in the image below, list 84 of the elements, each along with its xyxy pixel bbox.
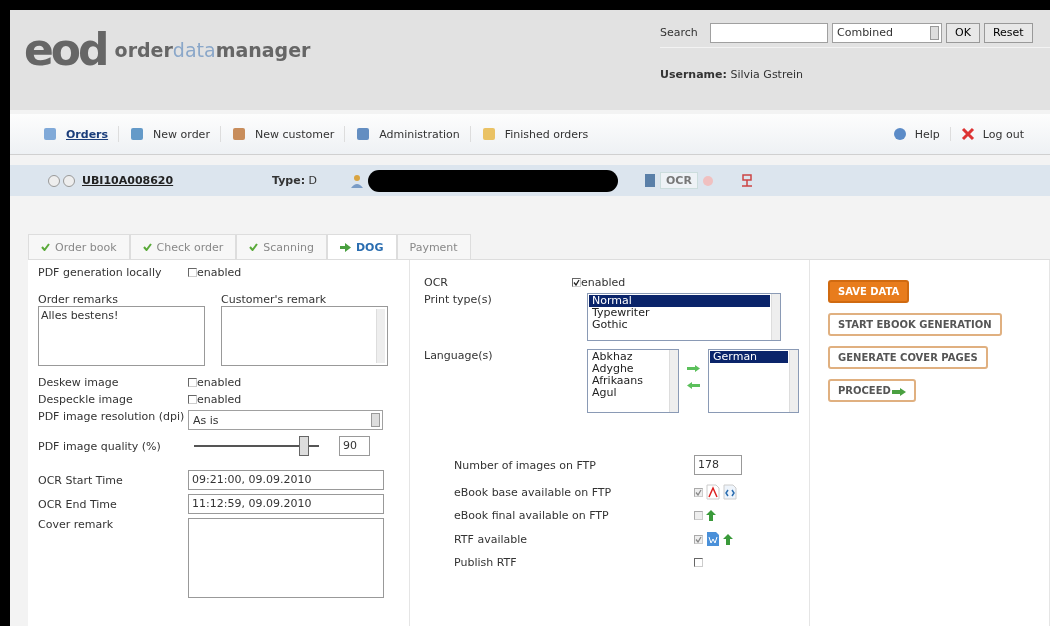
checkbox[interactable] [572,278,581,287]
book-icon [644,173,656,188]
field-label: Order remarks [38,293,119,306]
action-button[interactable]: PROCEED [828,379,916,402]
field-label: Cover remark [38,518,115,531]
list-option[interactable]: Afrikaans [589,375,669,387]
field-label: Publish RTF [454,556,518,569]
nav-link[interactable]: New customer [220,126,346,142]
resolution-select[interactable]: As is [188,410,383,430]
ocr-end-field[interactable]: 11:12:59, 09.09.2010 [188,494,384,514]
check-icon [41,243,50,251]
up-arrow-icon [723,533,733,545]
search-mode-select[interactable]: Combined [832,22,942,43]
nav-link[interactable]: Finished orders [470,126,599,142]
field-label: eBook base available on FTP [454,485,613,499]
field-label: Number of images on FTP [454,458,597,472]
order-remarks-field[interactable]: Alles bestens! [38,306,205,366]
search-button[interactable]: OK [946,22,980,43]
checkbox-label: enabled [581,276,626,289]
checkbox-label: enabled [197,376,242,389]
checkbox[interactable] [188,395,197,404]
field-label: eBook final available on FTP [454,509,610,522]
checkbox-label: enabled [197,266,242,279]
nav-link[interactable]: Log out [950,127,1034,141]
field-label: OCR Start Time [38,473,124,487]
person-icon [350,173,364,188]
username-text: Username: Silvia Gstrein [660,67,804,81]
field-label: PDF image resolution (dpi) [38,410,186,423]
nav-link[interactable]: Help [882,127,951,141]
checkbox[interactable] [188,378,197,387]
arrow-icon [891,388,906,396]
arrow-icon [340,242,351,252]
field-label: RTF available [454,532,529,546]
list-option[interactable]: German [710,351,788,363]
brand-name: orderdatamanager [114,39,311,61]
ocr-start-field[interactable]: 09:21:00, 09.09.2010 [188,470,384,490]
check-icon [249,243,259,251]
right-arrow-icon[interactable] [687,365,701,372]
checkbox[interactable] [694,558,703,567]
nav-link[interactable]: Orders [32,126,120,142]
pdf-icon [706,484,720,500]
list-option[interactable]: Abkhaz [589,351,669,363]
field-label: Customer's remark [221,293,328,306]
checkbox-label: enabled [197,393,242,406]
close-icon [960,127,975,141]
order-id-link[interactable]: UBI10A008620 [82,174,272,187]
check-icon [142,243,152,251]
list-option[interactable]: Adyghe [589,363,669,375]
order-type: Type: D [272,174,319,187]
print-type-list[interactable]: Normal Typewriter Gothic [587,293,781,341]
nav-link[interactable]: New order [119,126,221,142]
checkbox[interactable] [188,268,197,277]
search-label: Search [660,26,699,39]
selected-language-list[interactable]: German [708,349,799,413]
nav-link[interactable]: Administration [345,126,471,142]
tab[interactable]: Order book [28,234,130,259]
up-arrow-icon [706,510,716,521]
action-button[interactable]: START EBOOK GENERATION [828,313,1002,336]
quality-slider[interactable] [194,434,319,458]
image-count-field[interactable]: 178 [694,455,742,475]
search-field[interactable] [710,22,828,43]
field-label: Print type(s) [424,293,493,306]
logo: eod [24,28,107,72]
quality-field[interactable]: 90 [339,436,370,456]
field-label: OCR [424,276,449,289]
list-option[interactable]: Gothic [589,319,770,331]
field-label: PDF generation locally [38,266,163,279]
customer-remark-field[interactable] [221,306,388,366]
list-option[interactable]: Typewriter [589,307,770,319]
ocr-tag: OCR [660,172,698,189]
tab[interactable]: DOG [327,234,397,259]
field-label: Despeckle image [38,393,134,406]
field-label: OCR End Time [38,497,118,511]
cover-remark-field[interactable] [188,518,384,598]
left-arrow-icon[interactable] [687,382,701,389]
available-language-list[interactable]: Abkhaz Adyghe Afrikaans Agul [587,349,680,413]
action-button[interactable]: GENERATE COVER PAGES [828,346,988,369]
search-button[interactable]: Reset [983,22,1033,43]
list-option[interactable]: Agul [589,387,669,399]
field-label: PDF image quality (%) [38,439,162,453]
code-file-icon [723,484,737,500]
field-label: Language(s) [424,349,494,362]
field-label: Deskew image [38,376,120,389]
list-option[interactable]: Normal [589,295,770,307]
